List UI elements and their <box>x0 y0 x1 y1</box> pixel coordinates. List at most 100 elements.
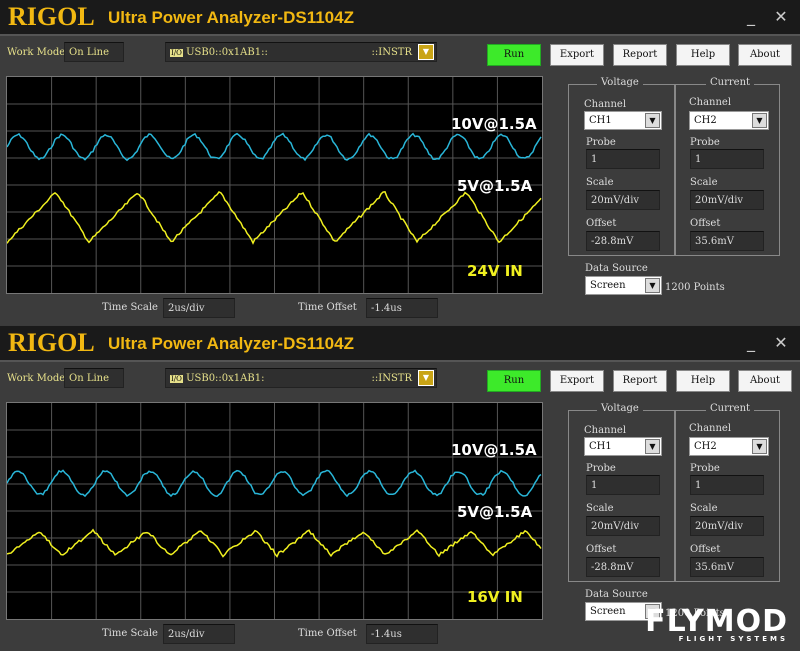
channel-value: CH1 <box>589 115 612 126</box>
help-button[interactable]: Help <box>676 44 730 66</box>
work-mode-label: Work Mode <box>7 373 66 384</box>
work-mode-field[interactable]: On Line <box>64 42 124 62</box>
data-source-label: Data Source <box>585 589 648 600</box>
voltage-group: Voltage Channel CH1 ▼ Probe 1 Scale 20mV/… <box>568 77 675 256</box>
offset-label: Offset <box>690 544 721 555</box>
title-bar: RIGOL Ultra Power Analyzer-DS1104Z _ ✕ <box>0 326 800 362</box>
voltage-channel-select[interactable]: CH1 ▼ <box>584 437 662 456</box>
app-title: Ultra Power Analyzer-DS1104Z <box>108 334 354 353</box>
rigol-logo: RIGOL <box>8 328 95 357</box>
scale-label: Scale <box>690 177 718 188</box>
channel-value: CH1 <box>589 441 612 452</box>
time-offset-field[interactable]: -1.4us <box>366 298 438 318</box>
current-scale-field[interactable]: 20mV/div <box>690 190 764 210</box>
resource-suffix: ::INSTR <box>371 47 413 58</box>
analyzer-window: RIGOL Ultra Power Analyzer-DS1104Z _ ✕ W… <box>0 0 800 325</box>
time-scale-field[interactable]: 2us/div <box>163 624 235 644</box>
offset-label: Offset <box>690 218 721 229</box>
time-scale-label: Time Scale <box>102 302 158 313</box>
run-button[interactable]: Run <box>487 370 541 392</box>
chevron-down-icon[interactable]: ▼ <box>418 44 434 60</box>
input-voltage-label: 24V IN <box>467 262 523 280</box>
minimize-button[interactable]: _ <box>742 334 760 352</box>
channel-label: Channel <box>584 425 627 436</box>
export-button[interactable]: Export <box>550 370 604 392</box>
current-offset-field[interactable]: 35.6mV <box>690 557 764 577</box>
resource-value: USB0::0x1AB1: <box>186 373 265 384</box>
minimize-button[interactable]: _ <box>742 8 760 26</box>
current-probe-field[interactable]: 1 <box>690 475 764 495</box>
logo-text: FLYMOD <box>645 604 788 639</box>
data-source-value: Screen <box>590 280 626 291</box>
report-button[interactable]: Report <box>613 44 667 66</box>
analyzer-window: RIGOL Ultra Power Analyzer-DS1104Z _ ✕ W… <box>0 326 800 651</box>
resource-select[interactable]: I/O USB0::0x1AB1:: ::INSTR ▼ <box>165 42 437 62</box>
ch2-trace-label: 5V@1.5A <box>457 503 533 521</box>
resource-select[interactable]: I/O USB0::0x1AB1: ::INSTR ▼ <box>165 368 437 388</box>
resource-suffix: ::INSTR <box>371 373 413 384</box>
offset-label: Offset <box>586 544 617 555</box>
app-title: Ultra Power Analyzer-DS1104Z <box>108 8 354 27</box>
voltage-probe-field[interactable]: 1 <box>586 475 660 495</box>
data-source-select[interactable]: Screen ▼ <box>585 276 662 295</box>
voltage-offset-field[interactable]: -28.8mV <box>586 231 660 251</box>
about-button[interactable]: About <box>738 370 792 392</box>
channel-label: Channel <box>689 423 732 434</box>
help-button[interactable]: Help <box>676 370 730 392</box>
resource-value: USB0::0x1AB1:: <box>186 47 268 58</box>
chevron-down-icon[interactable]: ▼ <box>418 370 434 386</box>
export-button[interactable]: Export <box>550 44 604 66</box>
probe-label: Probe <box>690 137 720 148</box>
voltage-scale-field[interactable]: 20mV/div <box>586 516 660 536</box>
work-mode-label: Work Mode <box>7 47 66 58</box>
voltage-probe-field[interactable]: 1 <box>586 149 660 169</box>
voltage-title: Voltage <box>597 77 643 88</box>
current-probe-field[interactable]: 1 <box>690 149 764 169</box>
ch1-trace-label: 10V@1.5A <box>451 441 537 459</box>
current-title: Current <box>706 77 755 88</box>
time-offset-label: Time Offset <box>298 302 357 313</box>
probe-label: Probe <box>586 463 616 474</box>
voltage-channel-select[interactable]: CH1 ▼ <box>584 111 662 130</box>
channel-value: CH2 <box>694 115 717 126</box>
chevron-down-icon: ▼ <box>645 278 660 293</box>
current-channel-select[interactable]: CH2 ▼ <box>689 437 769 456</box>
waveform-display: 10V@1.5A 5V@1.5A 24V IN <box>6 76 543 294</box>
probe-label: Probe <box>586 137 616 148</box>
current-offset-field[interactable]: 35.6mV <box>690 231 764 251</box>
chevron-down-icon: ▼ <box>752 439 767 454</box>
scale-label: Scale <box>690 503 718 514</box>
title-bar: RIGOL Ultra Power Analyzer-DS1104Z _ ✕ <box>0 0 800 36</box>
ch2-trace-label: 5V@1.5A <box>457 177 533 195</box>
channel-label: Channel <box>689 97 732 108</box>
close-button[interactable]: ✕ <box>772 334 790 352</box>
scale-label: Scale <box>586 177 614 188</box>
current-group: Current Channel CH2 ▼ Probe 1 Scale 20mV/… <box>675 77 780 256</box>
time-offset-field[interactable]: -1.4us <box>366 624 438 644</box>
ch1-trace-label: 10V@1.5A <box>451 115 537 133</box>
run-button[interactable]: Run <box>487 44 541 66</box>
current-group: Current Channel CH2 ▼ Probe 1 Scale 20mV/… <box>675 403 780 582</box>
close-button[interactable]: ✕ <box>772 8 790 26</box>
about-button[interactable]: About <box>738 44 792 66</box>
io-icon: I/O <box>170 49 183 57</box>
offset-label: Offset <box>586 218 617 229</box>
flymod-logo: FLYMOD FLIGHT SYSTEMS <box>645 604 788 643</box>
io-icon: I/O <box>170 375 183 383</box>
probe-label: Probe <box>690 463 720 474</box>
work-mode-field[interactable]: On Line <box>64 368 124 388</box>
voltage-offset-field[interactable]: -28.8mV <box>586 557 660 577</box>
chevron-down-icon: ▼ <box>752 113 767 128</box>
current-channel-select[interactable]: CH2 ▼ <box>689 111 769 130</box>
points-count: 1200 Points <box>665 282 725 293</box>
rigol-logo: RIGOL <box>8 2 95 31</box>
channel-label: Channel <box>584 99 627 110</box>
voltage-group: Voltage Channel CH1 ▼ Probe 1 Scale 20mV/… <box>568 403 675 582</box>
channel-value: CH2 <box>694 441 717 452</box>
current-scale-field[interactable]: 20mV/div <box>690 516 764 536</box>
time-scale-field[interactable]: 2us/div <box>163 298 235 318</box>
current-title: Current <box>706 403 755 414</box>
report-button[interactable]: Report <box>613 370 667 392</box>
time-scale-label: Time Scale <box>102 628 158 639</box>
voltage-scale-field[interactable]: 20mV/div <box>586 190 660 210</box>
